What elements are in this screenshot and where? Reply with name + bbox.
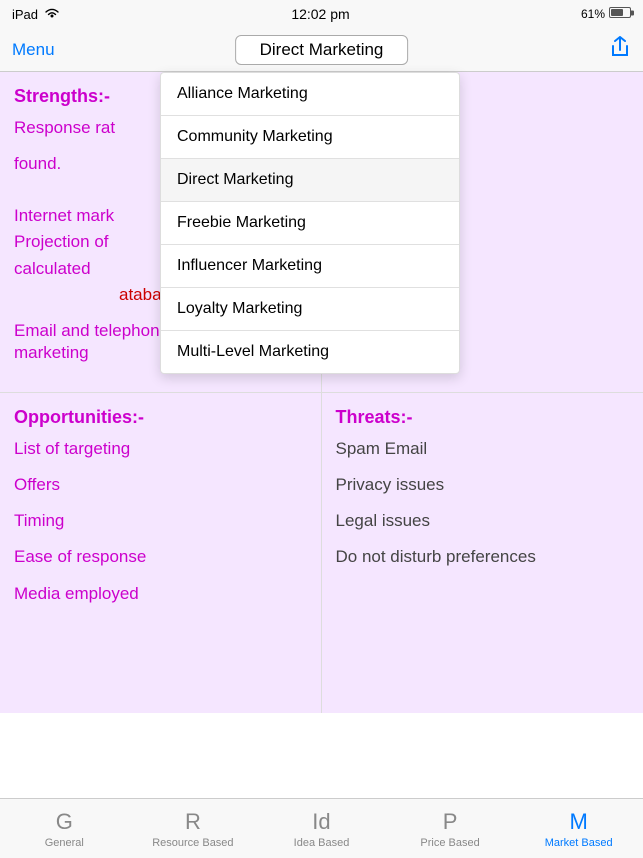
threats-heading: Threats:-: [336, 407, 630, 428]
tab-general[interactable]: G General: [0, 809, 129, 849]
tab-general-label: General: [45, 837, 84, 849]
nav-bar: Menu Direct Marketing: [0, 28, 643, 72]
main-content: Strengths:- Response rate found. r Inter…: [0, 72, 643, 798]
share-button[interactable]: [609, 36, 631, 64]
menu-button[interactable]: Menu: [12, 40, 55, 60]
opportunities-cell: Opportunities:- List of targeting Offers…: [0, 393, 322, 713]
dropdown-item-2[interactable]: Direct Marketing: [161, 159, 459, 202]
tab-price-based[interactable]: P Price Based: [386, 809, 515, 849]
nav-title: Direct Marketing: [235, 35, 409, 65]
status-right: 61%: [581, 7, 631, 21]
tab-idea-letter: Id: [312, 809, 330, 835]
tab-market-label: Market Based: [545, 837, 613, 849]
threats-cell: Threats:- Spam Email Privacy issues Lega…: [322, 393, 643, 713]
tab-price-letter: P: [443, 809, 458, 835]
device-name: iPad: [12, 7, 38, 22]
tab-idea-label: Idea Based: [294, 837, 350, 849]
dropdown-item-4[interactable]: Influencer Marketing: [161, 245, 459, 288]
dropdown-menu[interactable]: Alliance Marketing Community Marketing D…: [160, 72, 460, 374]
tab-market-based[interactable]: M Market Based: [514, 809, 643, 849]
threat-item-3: Legal issues: [336, 510, 630, 532]
opportunity-item-4: Ease of response: [14, 546, 307, 568]
threat-item-1: Spam Email: [336, 438, 630, 460]
nav-title-container: Direct Marketing: [235, 35, 409, 65]
status-bar: iPad 12:02 pm 61%: [0, 0, 643, 28]
opportunity-item-1: List of targeting: [14, 438, 307, 460]
opportunity-item-5: Media employed: [14, 583, 307, 605]
tab-resource-label: Resource Based: [152, 837, 233, 849]
dropdown-item-3[interactable]: Freebie Marketing: [161, 202, 459, 245]
dropdown-item-0[interactable]: Alliance Marketing: [161, 73, 459, 116]
time-display: 12:02 pm: [291, 6, 349, 22]
battery-percent: 61%: [581, 7, 605, 21]
dropdown-item-1[interactable]: Community Marketing: [161, 116, 459, 159]
battery-icon: [609, 7, 631, 21]
opportunity-item-3: Timing: [14, 510, 307, 532]
dropdown-item-5[interactable]: Loyalty Marketing: [161, 288, 459, 331]
tab-price-label: Price Based: [420, 837, 479, 849]
threat-item-2: Privacy issues: [336, 474, 630, 496]
tab-idea-based[interactable]: Id Idea Based: [257, 809, 386, 849]
tab-resource-letter: R: [185, 809, 201, 835]
opportunities-heading: Opportunities:-: [14, 407, 307, 428]
opportunity-item-2: Offers: [14, 474, 307, 496]
tab-bar: G General R Resource Based Id Idea Based…: [0, 798, 643, 858]
dropdown-item-6[interactable]: Multi-Level Marketing: [161, 331, 459, 373]
wifi-icon: [44, 7, 60, 22]
threat-item-4: Do not disturb preferences: [336, 546, 630, 568]
tab-general-letter: G: [56, 809, 73, 835]
status-left: iPad: [12, 7, 60, 22]
tab-resource-based[interactable]: R Resource Based: [129, 809, 258, 849]
tab-market-letter: M: [570, 809, 588, 835]
